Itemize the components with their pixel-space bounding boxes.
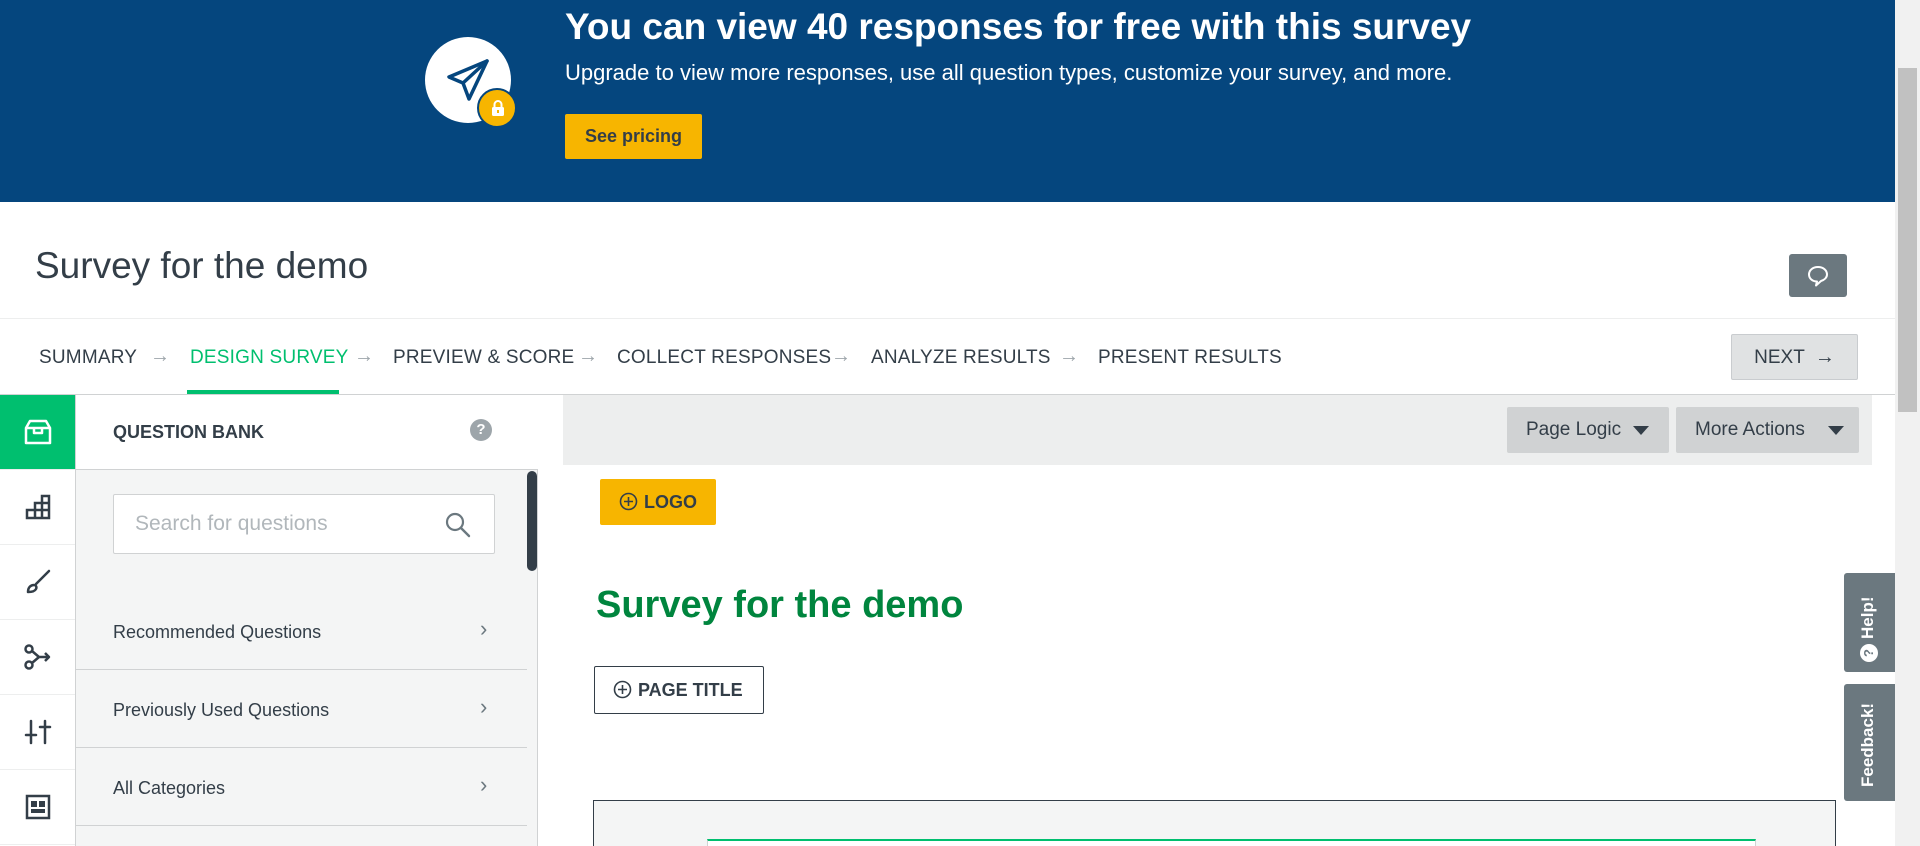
help-tab-label: Help! (1858, 596, 1877, 640)
step-preview-score[interactable]: PREVIEW & SCORE (393, 347, 574, 369)
step-arrow-icon: → (578, 345, 598, 367)
question-bank-panel: QUESTION BANK ? Recommended Questions › … (76, 395, 538, 846)
banner-title: You can view 40 responses for free with … (565, 6, 1472, 47)
more-actions-dropdown[interactable]: More Actions (1676, 407, 1859, 453)
comment-button[interactable] (1789, 254, 1847, 297)
question-category-row[interactable]: All Categories › (76, 748, 527, 826)
step-arrow-icon: → (150, 345, 170, 367)
step-analyze-results[interactable]: ANALYZE RESULTS (871, 347, 1051, 369)
question-input-field[interactable] (707, 839, 1756, 846)
page-logic-label: Page Logic (1526, 419, 1622, 440)
chevron-right-icon: › (480, 694, 488, 719)
window-scrollbar[interactable] (1895, 0, 1920, 846)
lock-icon (477, 88, 517, 128)
builder-icon[interactable] (0, 470, 75, 545)
step-present-results[interactable]: PRESENT RESULTS (1098, 347, 1282, 369)
plus-circle-icon (619, 492, 638, 510)
question-search-box (113, 494, 495, 554)
survey-name-title[interactable]: Survey for the demo (35, 245, 368, 287)
builder-sidebar-rail (0, 395, 76, 846)
active-step-indicator (187, 390, 339, 394)
survey-page (563, 465, 1872, 846)
question-bank-title: QUESTION BANK (113, 422, 265, 442)
feedback-tab[interactable]: Feedback! (1844, 684, 1895, 801)
help-tab[interactable]: ? Help! (1844, 573, 1895, 672)
question-category-label: All Categories (113, 778, 226, 798)
question-search-input[interactable] (115, 496, 435, 552)
page-title-label: PAGE TITLE (638, 679, 743, 700)
banner-subtitle: Upgrade to view more responses, use all … (565, 60, 1453, 85)
step-summary[interactable]: SUMMARY (39, 347, 137, 369)
layout-icon[interactable] (0, 770, 75, 845)
question-editor[interactable] (593, 800, 1836, 846)
style-icon[interactable] (0, 545, 75, 620)
help-circle-icon: ? (1860, 644, 1878, 662)
next-button[interactable]: NEXT → (1731, 334, 1858, 380)
next-label: NEXT (1754, 346, 1805, 368)
step-arrow-icon: → (831, 345, 851, 367)
question-bank-header: QUESTION BANK ? (76, 395, 538, 470)
comment-icon (1808, 266, 1828, 287)
question-category-label: Previously Used Questions (113, 700, 330, 720)
question-bank-scrollbar[interactable] (527, 471, 537, 571)
page-logic-dropdown[interactable]: Page Logic (1507, 407, 1669, 453)
question-category-row[interactable]: Previously Used Questions › (76, 670, 527, 748)
add-page-title-button[interactable]: PAGE TITLE (594, 666, 764, 714)
chevron-right-icon: › (480, 616, 488, 641)
step-design-survey[interactable]: DESIGN SURVEY (190, 347, 349, 369)
caret-down-icon (1828, 426, 1844, 435)
arrow-right-icon: → (1814, 345, 1835, 368)
see-pricing-button[interactable]: See pricing (565, 114, 702, 159)
caret-down-icon (1633, 426, 1649, 435)
add-logo-button[interactable]: LOGO (600, 479, 716, 525)
step-arrow-icon: → (1059, 345, 1079, 367)
step-navigation: SUMMARY → DESIGN SURVEY → PREVIEW & SCOR… (0, 318, 1895, 395)
chevron-right-icon: › (480, 772, 488, 797)
logo-label: LOGO (644, 491, 697, 512)
options-icon[interactable] (0, 695, 75, 770)
search-icon[interactable] (444, 511, 472, 539)
survey-title-heading[interactable]: Survey for the demo (596, 584, 963, 627)
question-category-label: Recommended Questions (113, 622, 322, 642)
question-bank-icon[interactable] (0, 395, 75, 470)
plus-circle-icon (613, 680, 632, 698)
step-collect-responses[interactable]: COLLECT RESPONSES (617, 347, 831, 369)
more-actions-label: More Actions (1695, 419, 1805, 440)
question-category-row[interactable]: Recommended Questions › (76, 592, 527, 670)
scrollbar-thumb[interactable] (1898, 68, 1917, 412)
upgrade-banner: You can view 40 responses for free with … (0, 0, 1895, 202)
logic-icon[interactable] (0, 620, 75, 695)
help-icon[interactable]: ? (470, 419, 492, 441)
feedback-tab-label: Feedback! (1858, 702, 1877, 787)
step-arrow-icon: → (354, 345, 374, 367)
